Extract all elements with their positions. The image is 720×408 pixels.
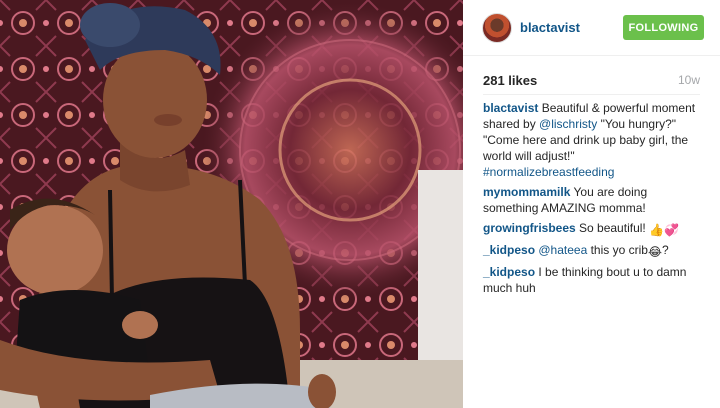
comment-username[interactable]: blactavist — [483, 101, 538, 115]
comment-username[interactable]: _kidpeso — [483, 265, 535, 279]
comment: growingfrisbees So beautiful! 👍💞 — [483, 220, 705, 238]
comment-username[interactable]: growingfrisbees — [483, 221, 576, 235]
caption: blactavist Beautiful & powerful moment s… — [483, 100, 705, 180]
instagram-post: blactavist FOLLOWING 281 likes 10w blact… — [0, 0, 720, 408]
comment-username[interactable]: _kidpeso — [483, 243, 535, 257]
post-header: blactavist FOLLOWING — [463, 0, 720, 56]
post-username[interactable]: blactavist — [520, 20, 580, 35]
comment-text: So beautiful! — [575, 221, 650, 235]
post-sidebar: blactavist FOLLOWING 281 likes 10w blact… — [463, 0, 720, 408]
post-age[interactable]: 10w — [678, 73, 700, 87]
comment: _kidpeso @hateea this yo crib😂? — [483, 242, 705, 260]
comment-list: blactavist Beautiful & powerful moment s… — [483, 100, 705, 300]
post-meta: 281 likes 10w — [483, 70, 700, 90]
comment-text: this yo crib — [587, 243, 648, 257]
comment-username[interactable]: mymommamilk — [483, 185, 570, 199]
comment: _kidpeso I be thinking bout u to damn mu… — [483, 264, 705, 296]
mother-breastfeeding-photo — [0, 0, 463, 408]
mention-link[interactable]: @hateea — [538, 243, 587, 257]
mention-link[interactable]: @lischristy — [539, 117, 597, 131]
post-photo[interactable] — [0, 0, 463, 408]
thumbs-up-hearts-emoji: 👍💞 — [649, 223, 679, 237]
comment-text-tail: ? — [661, 243, 669, 257]
divider — [483, 94, 700, 95]
comment: mymommamilk You are doing something AMAZ… — [483, 184, 705, 216]
hashtag-link[interactable]: #normalizebreastfeeding — [483, 165, 614, 179]
following-button[interactable]: FOLLOWING — [623, 15, 704, 40]
likes-count[interactable]: 281 likes — [483, 73, 537, 88]
laughing-emoji: 😂 — [647, 245, 662, 259]
profile-avatar[interactable] — [482, 13, 512, 43]
